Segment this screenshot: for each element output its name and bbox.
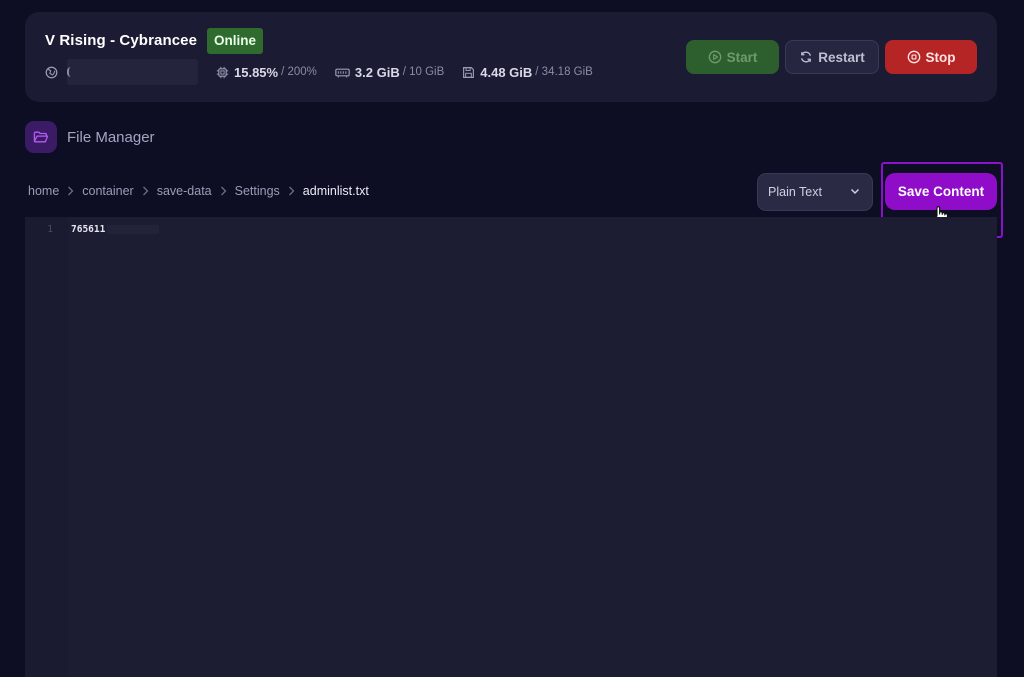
cpu-value: 15.85% bbox=[234, 64, 279, 80]
globe-icon bbox=[45, 66, 58, 78]
memory-max: / 10 GiB bbox=[402, 66, 445, 78]
breadcrumb-settings[interactable]: Settings bbox=[235, 184, 280, 198]
disk-value: 4.48 GiB bbox=[480, 64, 533, 80]
server-stats: 15.85% / 200% 3.2 GiB / 10 GiB 4.48 GiB … bbox=[45, 59, 611, 85]
page-title: File Manager bbox=[67, 129, 155, 146]
server-card: V Rising - Cybrancee Online 15.85% / 200… bbox=[25, 12, 997, 102]
disk-max: / 34.18 GiB bbox=[535, 66, 593, 78]
breadcrumb-container[interactable]: container bbox=[82, 184, 133, 198]
start-label: Start bbox=[726, 49, 758, 65]
folder-open-icon bbox=[33, 131, 49, 143]
breadcrumb-save-data[interactable]: save-data bbox=[157, 184, 212, 198]
disk-stat: 4.48 GiB / 34.18 GiB bbox=[462, 65, 593, 80]
start-button[interactable]: Start bbox=[686, 40, 779, 74]
line-number-gutter: 1 bbox=[25, 217, 68, 677]
code-line[interactable]: 765611 bbox=[71, 224, 160, 235]
memory-value: 3.2 GiB bbox=[354, 64, 400, 80]
memory-icon bbox=[335, 68, 350, 77]
redacted-ip-address bbox=[67, 59, 198, 85]
syntax-mode-select[interactable]: Plain Text bbox=[757, 173, 873, 211]
breadcrumb: home container save-data Settings adminl… bbox=[28, 184, 369, 198]
chevron-down-icon bbox=[850, 188, 860, 195]
chevron-right-icon bbox=[67, 186, 74, 196]
ip-stat bbox=[45, 59, 198, 85]
code-editor[interactable]: 1 765611 bbox=[25, 217, 997, 677]
server-name: V Rising - Cybrancee bbox=[45, 32, 198, 49]
restart-button[interactable]: Restart bbox=[785, 40, 879, 74]
status-badge: Online bbox=[207, 28, 264, 54]
save-disk-icon bbox=[463, 66, 475, 78]
refresh-icon bbox=[801, 51, 812, 63]
breadcrumb-current-file: adminlist.txt bbox=[302, 184, 369, 198]
chevron-right-icon bbox=[288, 186, 295, 196]
play-circle-icon bbox=[708, 50, 721, 64]
chevron-right-icon bbox=[142, 186, 149, 196]
line-number: 1 bbox=[47, 224, 53, 235]
stop-button[interactable]: Stop bbox=[885, 40, 977, 74]
cpu-stat: 15.85% / 200% bbox=[216, 65, 317, 80]
restart-label: Restart bbox=[818, 49, 865, 65]
chevron-right-icon bbox=[220, 186, 227, 196]
cpu-max: / 200% bbox=[281, 66, 317, 78]
stop-label: Stop bbox=[925, 49, 956, 65]
code-line-text: 765611 bbox=[71, 224, 106, 235]
cpu-icon bbox=[216, 66, 229, 78]
stop-circle-icon bbox=[907, 50, 920, 64]
syntax-mode-value: Plain Text bbox=[768, 185, 822, 199]
redacted-text bbox=[107, 225, 160, 234]
breadcrumb-home[interactable]: home bbox=[28, 184, 59, 198]
file-manager-icon-box bbox=[25, 121, 57, 153]
memory-stat: 3.2 GiB / 10 GiB bbox=[335, 65, 444, 80]
